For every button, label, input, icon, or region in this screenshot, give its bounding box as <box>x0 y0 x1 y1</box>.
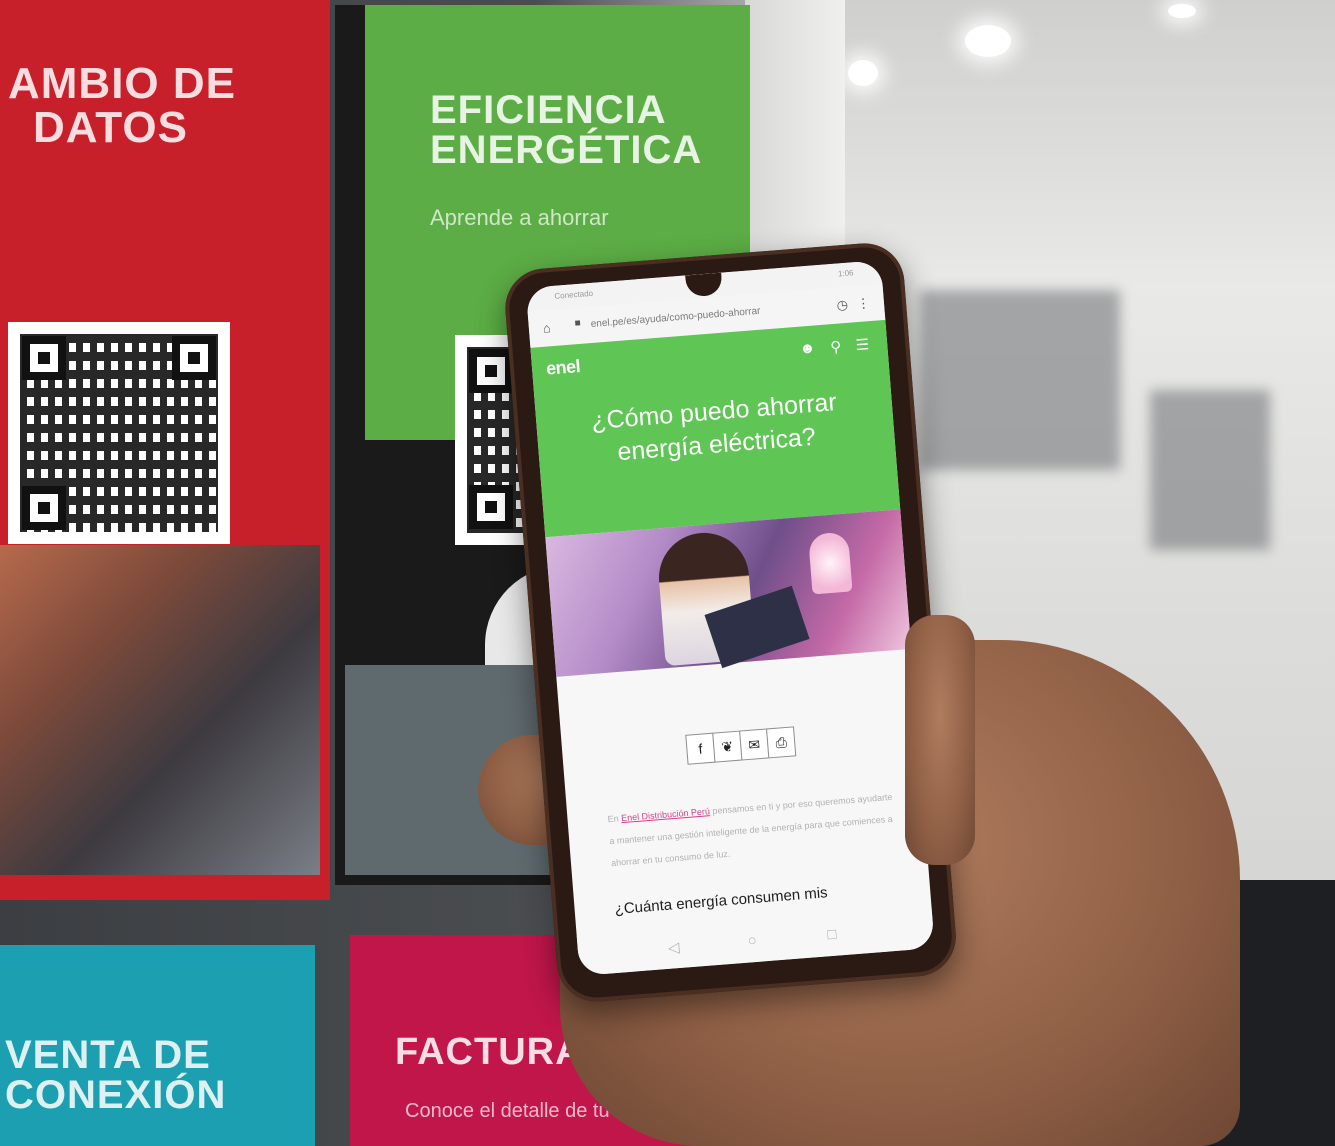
url-text[interactable]: enel.pe/es/ayuda/como-puedo-ahorrar <box>590 306 760 330</box>
search-icon[interactable]: ⚲ <box>830 337 842 356</box>
poster-subtitle: Aprende a ahorrar <box>430 205 609 230</box>
section-heading: ¿Cuánta energía consumen mis <box>614 884 829 918</box>
print-icon[interactable]: ⎙ <box>766 726 797 759</box>
carrier-label: Conectado <box>554 288 594 301</box>
blurred-desk <box>920 290 1120 470</box>
mail-icon[interactable]: ✉ <box>739 728 770 761</box>
recents-icon[interactable]: □ <box>827 926 837 944</box>
page-title: ¿Cómo puedo ahorrar energía eléctrica? <box>590 388 838 466</box>
tabs-icon[interactable]: ◷ <box>836 297 848 313</box>
poster-title: EFICIENCIA ENERGÉTICA <box>430 88 703 172</box>
back-icon[interactable]: ◁ <box>667 938 680 957</box>
site-header: enel ☻ ⚲ ☰ ¿Cómo puedo ahorrar energía e… <box>530 319 901 538</box>
phone-screen: Conectado 1:06 ⌂ ■ enel.pe/es/ayuda/como… <box>525 260 935 976</box>
lock-icon: ■ <box>574 317 582 330</box>
poster-title: AMBIO DE DATOS <box>8 59 236 152</box>
poster-title: FACTURA <box>395 1031 584 1073</box>
share-toolbar: f ❦ ✉ ⎙ <box>685 726 797 765</box>
poster-venta-de-conexion: VENTA DE CONEXIÓN <box>0 945 315 1146</box>
clock: 1:06 <box>837 268 854 279</box>
home-button-icon[interactable]: ○ <box>747 932 757 950</box>
hero-image <box>545 509 912 677</box>
home-icon[interactable]: ⌂ <box>542 320 551 336</box>
poster-cambio-de-datos: AMBIO DE DATOS <box>0 0 330 900</box>
enel-distribucion-link[interactable]: Enel Distribución Perú <box>621 806 711 823</box>
twitter-icon[interactable]: ❦ <box>712 730 743 763</box>
poster-title: VENTA DE CONEXIÓN <box>5 1033 227 1117</box>
hamburger-menu-icon[interactable]: ☰ <box>855 335 870 354</box>
blurred-desk <box>1150 390 1270 550</box>
smartphone: Conectado 1:06 ⌂ ■ enel.pe/es/ayuda/como… <box>502 240 959 1005</box>
user-icon[interactable]: ☻ <box>799 340 816 358</box>
intro-paragraph: En Enel Distribución Perú pensamos en ti… <box>607 791 894 869</box>
enel-logo[interactable]: enel <box>545 356 581 380</box>
qr-code <box>8 322 230 544</box>
ceiling-light <box>965 25 1011 57</box>
menu-dots-icon[interactable]: ⋮ <box>856 295 870 311</box>
photo-scene: AMBIO DE DATOS EFICIENCIA ENERGÉTICA Apr… <box>0 0 1335 1146</box>
ceiling-light <box>848 60 878 86</box>
finger <box>905 615 975 865</box>
poster-photo <box>0 545 320 875</box>
ceiling-light <box>1168 4 1196 18</box>
facebook-icon[interactable]: f <box>685 732 716 765</box>
poster-subtitle: Conoce el detalle de tu <box>405 1100 610 1122</box>
lamp <box>807 531 853 595</box>
